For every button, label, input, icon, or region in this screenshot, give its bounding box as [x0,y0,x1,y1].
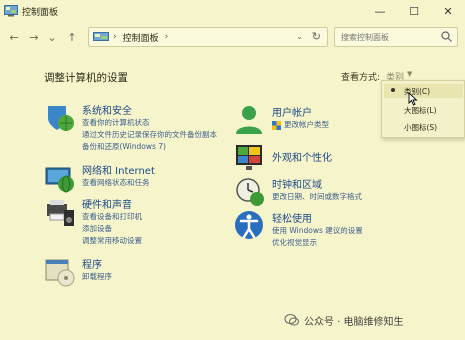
window-controls: — ☐ ✕ [363,0,465,22]
programs-disc-icon[interactable] [44,256,76,288]
category-hardware: 硬件和声音 查看设备和打印机 添加设备 调整常用移动设置 [44,196,244,246]
up-button[interactable]: ↑ [64,29,80,45]
category-title-user-accounts[interactable]: 用户帐户 [272,104,312,119]
view-by-label: 查看方式: [341,73,381,83]
category-ease-of-access: 轻松使用 使用 Windows 建议的设置 优化视觉显示 [234,210,434,250]
link-add-device[interactable]: 添加设备 [82,223,112,234]
control-panel-icon [4,5,18,17]
search-box[interactable] [334,27,458,47]
recent-locations-button[interactable]: ⌄ [44,29,60,45]
maximize-button[interactable]: ☐ [397,0,431,22]
search-input[interactable] [341,32,437,42]
clock-globe-icon[interactable] [234,176,266,208]
address-bar[interactable]: › 控制面板 › ⌄ ↻ [88,27,328,47]
category-title-clock-region[interactable]: 时钟和区域 [272,176,322,191]
search-icon[interactable] [441,31,452,42]
link-devices-printers[interactable]: 查看设备和打印机 [82,211,142,222]
control-panel-icon [93,31,109,41]
category-user-accounts: 用户帐户 更改帐户类型 [234,104,394,136]
window-title: 控制面板 [22,7,59,18]
close-button[interactable]: ✕ [431,0,465,22]
forward-button[interactable]: → [26,29,42,45]
category-programs: 程序 卸载程序 [44,256,244,288]
network-globe-icon[interactable] [44,162,76,194]
link-uninstall-program[interactable]: 卸载程序 [82,271,112,282]
category-title-system-security[interactable]: 系统和安全 [82,102,132,117]
category-title-network[interactable]: 网络和 Internet [82,162,155,177]
watermark-text: 公众号 · 电脑维修知生 [304,316,404,328]
category-system-security: 系统和安全 查看你的计算机状态 通过文件历史记录保存你的文件备份副本 备份和还原… [44,102,244,152]
category-appearance: 外观和个性化 [234,142,394,174]
category-clock-region: 时钟和区域 更改日期、时间或数字格式 [234,176,414,208]
personalization-icon[interactable] [234,142,266,174]
menu-item-large-icons[interactable]: 大图标(L) [404,105,437,116]
back-button[interactable]: ← [6,29,22,45]
shield-globe-icon[interactable] [44,102,76,134]
refresh-icon[interactable]: ↻ [312,30,321,43]
caret-down-icon[interactable]: ▼ [407,70,412,78]
selected-bullet-icon [391,88,395,92]
navigation-bar: ← → ⌄ ↑ › 控制面板 › ⌄ ↻ [0,24,465,50]
title-bar: 控制面板 — ☐ ✕ [0,0,465,22]
uac-shield-icon [272,121,281,130]
category-network: 网络和 Internet 查看网络状态和任务 [44,162,244,194]
link-optimize-visual-display[interactable]: 优化视觉显示 [272,237,317,248]
accessibility-icon[interactable] [234,210,266,242]
link-mobility-settings[interactable]: 调整常用移动设置 [82,235,142,246]
link-view-computer-status[interactable]: 查看你的计算机状态 [82,117,150,128]
link-network-status[interactable]: 查看网络状态和任务 [82,177,150,188]
link-file-history[interactable]: 通过文件历史记录保存你的文件备份副本 [82,129,217,140]
wechat-icon [284,314,299,326]
link-windows-suggested-settings[interactable]: 使用 Windows 建议的设置 [272,225,363,236]
link-change-account-type[interactable]: 更改帐户类型 [284,119,329,130]
page-heading: 调整计算机的设置 [44,72,128,84]
category-title-ease-of-access[interactable]: 轻松使用 [272,210,312,225]
menu-item-small-icons[interactable]: 小图标(S) [404,122,437,133]
breadcrumb-separator-icon[interactable]: › [165,32,169,42]
category-title-hardware[interactable]: 硬件和声音 [82,196,132,211]
chevron-down-icon[interactable]: ⌄ [296,32,303,41]
link-backup-restore[interactable]: 备份和还原(Windows 7) [82,141,166,152]
breadcrumb-separator-icon[interactable]: › [113,32,117,42]
watermark: 公众号 · 电脑维修知生 [284,312,404,328]
minimize-button[interactable]: — [363,0,397,22]
view-by-menu: 类别(C) 大图标(L) 小图标(S) [381,80,465,138]
mouse-cursor-icon [408,92,418,106]
category-title-programs[interactable]: 程序 [82,256,102,271]
printer-speaker-icon[interactable] [44,196,76,228]
link-change-date-format[interactable]: 更改日期、时间或数字格式 [272,191,362,202]
category-title-appearance[interactable]: 外观和个性化 [272,149,332,164]
user-icon[interactable] [234,104,266,136]
breadcrumb-control-panel[interactable]: 控制面板 [123,31,159,44]
